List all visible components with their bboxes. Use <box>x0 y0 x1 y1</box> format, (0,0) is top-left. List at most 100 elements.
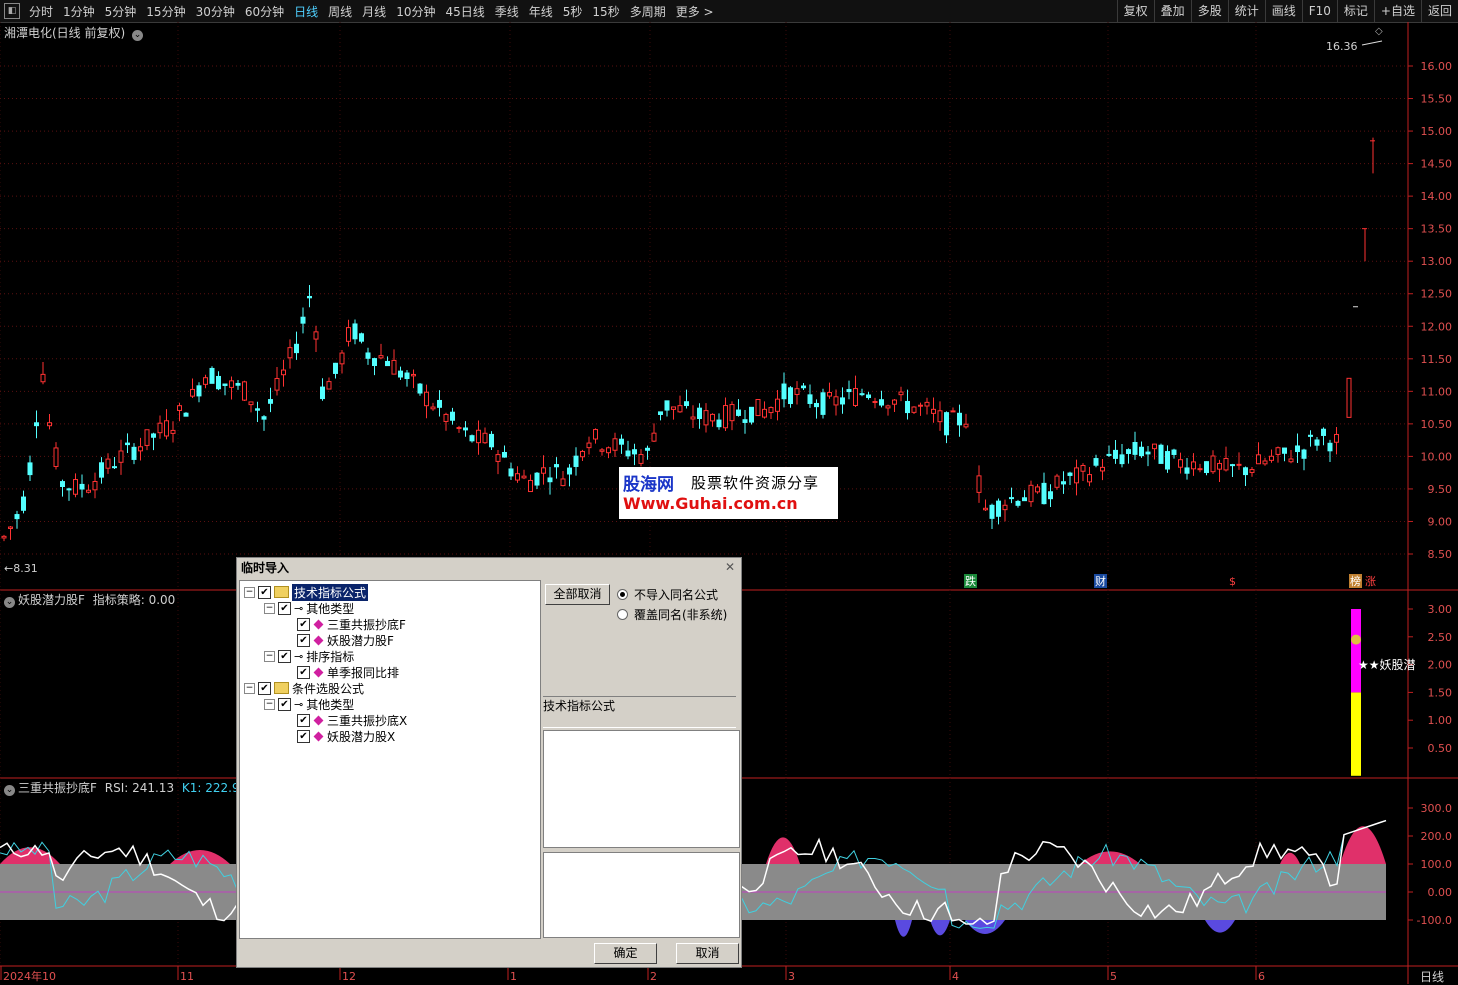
candle-body <box>931 408 936 414</box>
toolbar-button[interactable]: 标记 <box>1336 0 1374 22</box>
candle-body <box>755 398 761 417</box>
candle-body <box>632 449 637 455</box>
cancel-all-button[interactable]: 全部取消 <box>545 584 610 605</box>
candle-body <box>703 410 709 426</box>
candle-body <box>385 360 390 367</box>
chevron-down-icon[interactable]: ⌄ <box>4 785 15 796</box>
price-tick-label: 8.50 <box>1428 548 1453 561</box>
collapse-icon[interactable]: − <box>264 602 275 614</box>
period-tab[interactable]: 15秒 <box>587 3 624 20</box>
collapse-icon[interactable]: − <box>244 682 255 694</box>
info-textbox[interactable] <box>543 730 740 848</box>
chevron-down-icon[interactable]: ⌄ <box>4 597 15 608</box>
candle-body <box>684 401 689 407</box>
candle-body <box>333 362 338 374</box>
period-tab[interactable]: 5秒 <box>558 3 588 20</box>
candle-body <box>1171 449 1177 455</box>
candle-body <box>53 447 59 468</box>
radio-dot[interactable] <box>617 589 628 600</box>
checkbox[interactable]: ✔ <box>297 665 310 679</box>
period-tab[interactable]: 多周期 <box>625 3 671 20</box>
candle-body <box>1028 484 1034 503</box>
checkbox[interactable]: ✔ <box>258 585 271 599</box>
checkbox[interactable]: ✔ <box>278 697 291 711</box>
toolbar-button[interactable]: 多股 <box>1190 0 1228 22</box>
chevron-down-icon[interactable]: ⌄ <box>132 30 144 41</box>
watermark-banner: 股海网 股票软件资源分享 Www.Guhai.com.cn <box>619 467 838 519</box>
period-tab[interactable]: 日线 <box>289 3 323 20</box>
candle-body <box>807 394 813 404</box>
cancel-button[interactable]: 取消 <box>676 943 739 964</box>
description-textbox[interactable] <box>543 852 740 938</box>
tree-node[interactable]: ✔ 妖股潜力股F <box>284 632 394 648</box>
period-tab[interactable]: 30分钟 <box>191 3 240 20</box>
tree-node[interactable]: ✔ 单季报同比排 <box>284 664 399 680</box>
collapse-icon[interactable]: − <box>264 698 275 710</box>
candle-body <box>534 472 540 486</box>
toolbar-button[interactable]: F10 <box>1301 0 1337 22</box>
candle-body <box>801 385 806 389</box>
signal-bar <box>1351 609 1361 693</box>
candle-body <box>521 475 527 479</box>
ok-button[interactable]: 确定 <box>594 943 657 964</box>
period-tab[interactable]: 年线 <box>524 3 558 20</box>
radio-skip-same-name[interactable]: 不导入同名公式 <box>617 586 718 603</box>
bottom-period-button[interactable]: 日线 <box>1420 968 1444 985</box>
radio-overwrite[interactable]: 覆盖同名(非系统) <box>617 606 727 623</box>
candle-body <box>378 355 384 359</box>
toolbar-button[interactable]: 叠加 <box>1153 0 1191 22</box>
close-icon[interactable]: ✕ <box>723 560 737 574</box>
tree-node[interactable]: ✔ 三重共振抄底X <box>284 712 407 728</box>
toolbar-button[interactable]: 复权 <box>1116 0 1154 22</box>
x-axis-label: 6 <box>1258 970 1265 983</box>
checkbox[interactable]: ✔ <box>297 617 310 631</box>
x-axis-label: 1 <box>510 970 517 983</box>
candle-body <box>697 407 702 420</box>
toolbar-button[interactable]: +自选 <box>1373 0 1421 22</box>
period-tab[interactable]: 月线 <box>357 3 391 20</box>
period-tab[interactable]: 周线 <box>323 3 357 20</box>
tree-node[interactable]: ✔ 三重共振抄底F <box>284 616 406 632</box>
candle-body <box>456 427 462 430</box>
candle-body <box>1100 466 1105 472</box>
candle-body <box>736 409 741 416</box>
menu-icon[interactable]: ◧ <box>4 3 20 19</box>
candle-body <box>619 438 624 445</box>
tree-node[interactable]: − ✔ 技术指标公式 <box>244 583 369 601</box>
tree-node[interactable]: − ✔ ⊸ 其他类型 <box>264 600 354 616</box>
key-icon: ⊸ <box>294 649 304 663</box>
collapse-icon[interactable]: − <box>244 586 255 598</box>
period-tab[interactable]: 45日线 <box>440 3 489 20</box>
period-tab[interactable]: 60分钟 <box>240 3 289 20</box>
radio-dot[interactable] <box>617 609 628 620</box>
candle-body <box>118 450 124 463</box>
period-tab[interactable]: 1分钟 <box>58 3 100 20</box>
tree-node[interactable]: − ✔ 条件选股公式 <box>244 680 364 696</box>
checkbox[interactable]: ✔ <box>297 633 310 647</box>
checkbox[interactable]: ✔ <box>258 681 271 695</box>
period-tab[interactable]: 更多 > <box>671 3 719 20</box>
toolbar-button[interactable]: 返回 <box>1420 0 1458 22</box>
tree-node-label: 三重共振抄底F <box>327 617 406 632</box>
toolbar-button[interactable]: 画线 <box>1264 0 1302 22</box>
tree-node[interactable]: − ✔ ⊸ 排序指标 <box>264 648 354 664</box>
checkbox[interactable]: ✔ <box>278 601 291 615</box>
candle-body <box>1 535 7 539</box>
checkbox[interactable]: ✔ <box>278 649 291 663</box>
tree-node[interactable]: − ✔ ⊸ 其他类型 <box>264 696 354 712</box>
x-axis-label: 2024年10 <box>3 969 56 983</box>
period-tab[interactable]: 15分钟 <box>141 3 190 20</box>
period-tab[interactable]: 5分钟 <box>100 3 142 20</box>
checkbox[interactable]: ✔ <box>297 713 310 727</box>
period-tab[interactable]: 分时 <box>24 3 58 20</box>
tree-node[interactable]: ✔ 妖股潜力股X <box>284 728 395 744</box>
period-tab[interactable]: 10分钟 <box>391 3 440 20</box>
checkbox[interactable]: ✔ <box>297 729 310 743</box>
candle-body <box>443 413 449 422</box>
signal-bar <box>1351 692 1361 776</box>
info-header: 技术指标公式 <box>543 696 736 728</box>
candle-body <box>846 389 852 393</box>
period-tab[interactable]: 季线 <box>490 3 524 20</box>
toolbar-button[interactable]: 统计 <box>1227 0 1265 22</box>
collapse-icon[interactable]: − <box>264 650 275 662</box>
